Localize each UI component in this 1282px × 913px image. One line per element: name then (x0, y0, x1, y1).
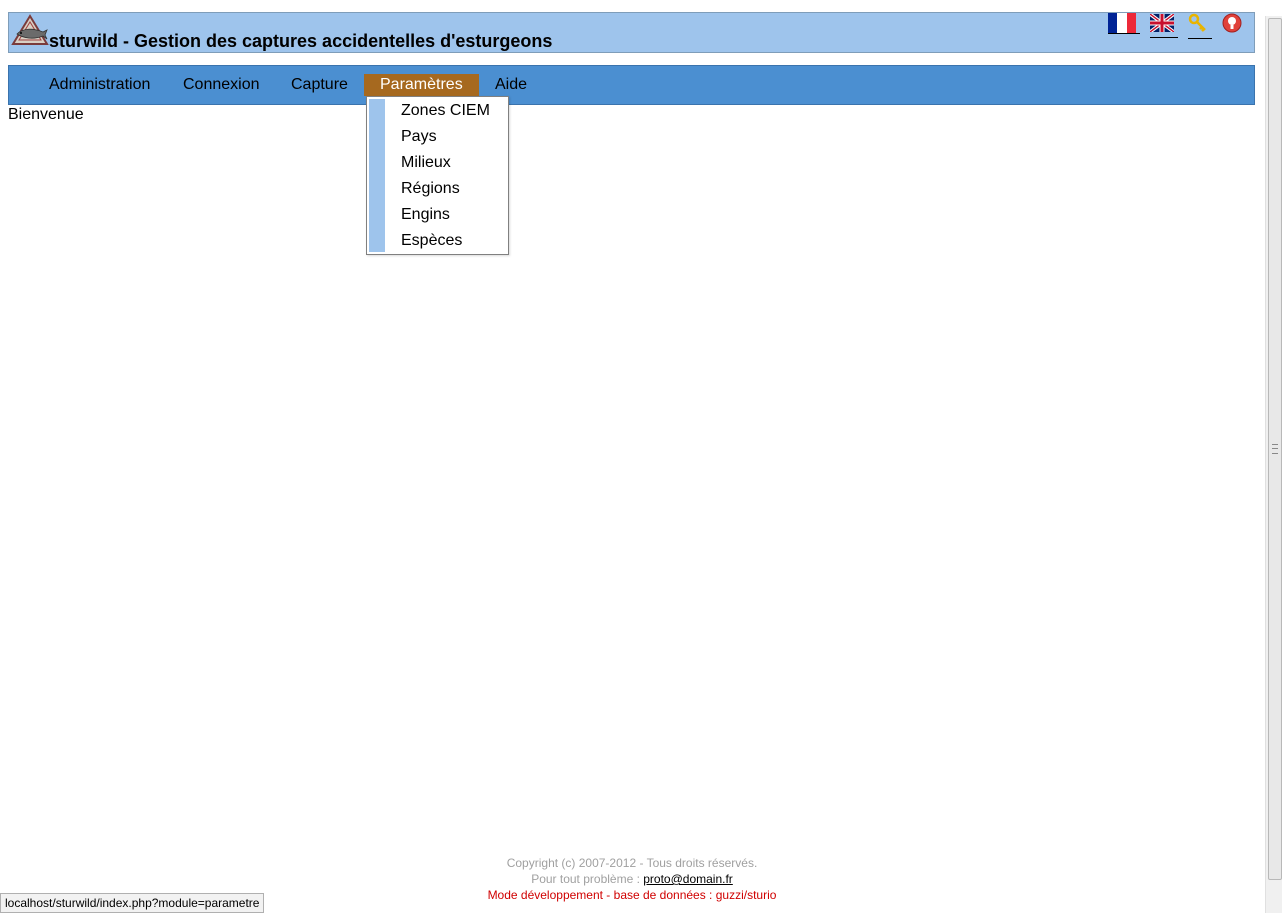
app-header: sturwild - Gestion des captures accident… (8, 12, 1255, 53)
dropdown-strip (369, 99, 385, 252)
sturgeon-logo-icon[interactable] (11, 14, 49, 46)
language-french-link[interactable] (1108, 13, 1140, 34)
dropdown-item-zones-ciem[interactable]: Zones CIEM (401, 98, 490, 124)
login-link[interactable] (1188, 13, 1212, 39)
support-email-link[interactable]: proto@domain.fr (643, 872, 733, 886)
key-icon (1188, 13, 1206, 32)
language-english-link[interactable] (1148, 12, 1178, 38)
help-icon (1222, 13, 1242, 33)
parametres-dropdown: Zones CIEM Pays Milieux Régions Engins E… (366, 96, 509, 255)
welcome-text: Bienvenue (8, 106, 84, 123)
copyright-text: Copyright (c) 2007-2012 - Tous droits ré… (506, 856, 758, 870)
menu-item-capture[interactable]: Capture (275, 74, 364, 96)
dropdown-item-pays[interactable]: Pays (401, 124, 437, 150)
header-toolbar (1098, 12, 1246, 39)
dropdown-item-engins[interactable]: Engins (401, 202, 450, 228)
menu-item-parametres[interactable]: Paramètres (364, 74, 479, 96)
page: sturwild - Gestion des captures accident… (0, 0, 1282, 913)
menu-item-aide[interactable]: Aide (479, 74, 543, 96)
menu-item-connexion[interactable]: Connexion (167, 74, 276, 96)
browser-status-bar: localhost/sturwild/index.php?module=para… (0, 893, 265, 913)
vertical-scrollbar[interactable] (1265, 16, 1282, 913)
uk-flag-icon (1148, 12, 1176, 34)
dropdown-item-regions[interactable]: Régions (401, 176, 460, 202)
french-flag-icon (1108, 13, 1136, 33)
scrollbar-grip-icon (1272, 444, 1278, 454)
support-prefix: Pour tout problème : (531, 872, 644, 886)
help-link[interactable] (1222, 13, 1246, 38)
main-menu: Administration Connexion Capture Paramèt… (8, 65, 1255, 105)
scrollbar-thumb[interactable] (1268, 18, 1282, 880)
menu-item-administration[interactable]: Administration (33, 74, 166, 96)
dropdown-item-especes[interactable]: Espèces (401, 228, 462, 254)
app-title: sturwild - Gestion des captures accident… (49, 31, 553, 51)
support-line: Pour tout problème : proto@domain.fr (0, 871, 1264, 887)
dropdown-item-milieux[interactable]: Milieux (401, 150, 451, 176)
